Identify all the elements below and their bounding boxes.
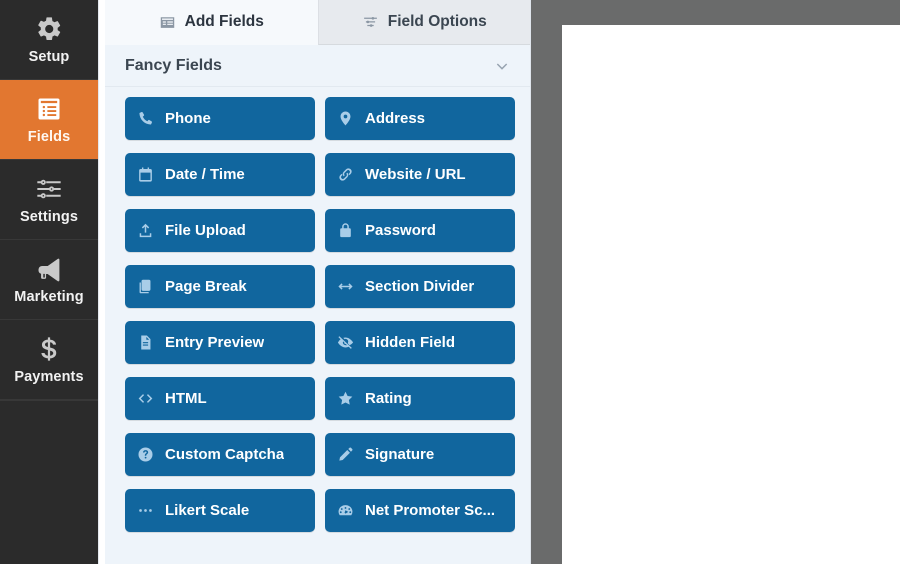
field-button-label: Section Divider	[365, 278, 475, 295]
sidebar-filler	[0, 400, 98, 564]
field-button-html[interactable]: HTML	[125, 377, 315, 420]
sidebar-item-setup[interactable]: Setup	[0, 0, 98, 80]
field-button-label: Address	[365, 110, 426, 127]
field-button-label: Page Break	[165, 278, 247, 295]
form-list-icon	[35, 95, 63, 123]
field-button-label: Entry Preview	[165, 334, 265, 351]
field-button-password[interactable]: Password	[325, 209, 515, 252]
star-icon	[337, 390, 354, 407]
sliders-icon	[35, 175, 63, 203]
main-sidebar: Setup Fields Settings Marketing Payments	[0, 0, 98, 564]
field-button-date-time[interactable]: Date / Time	[125, 153, 315, 196]
gear-icon	[35, 15, 63, 43]
arrows-horizontal-icon	[337, 278, 354, 295]
sidebar-item-payments[interactable]: Payments	[0, 320, 98, 400]
eye-slash-icon	[337, 334, 354, 351]
field-button-label: Password	[365, 222, 436, 239]
sidebar-item-fields[interactable]: Fields	[0, 80, 98, 160]
tab-field-options[interactable]: Field Options	[317, 0, 530, 45]
form-preview-area[interactable]	[530, 0, 900, 564]
sidebar-item-label: Fields	[27, 128, 71, 145]
question-circle-icon	[137, 446, 154, 463]
field-button-file-upload[interactable]: File Upload	[125, 209, 315, 252]
fields-scroll-area[interactable]: Phone Address Date / Time Website / URL	[105, 87, 530, 564]
field-button-signature[interactable]: Signature	[325, 433, 515, 476]
field-button-page-break[interactable]: Page Break	[125, 265, 315, 308]
calendar-icon	[137, 166, 154, 183]
field-button-rating[interactable]: Rating	[325, 377, 515, 420]
map-pin-icon	[337, 110, 354, 127]
sidebar-item-label: Payments	[14, 368, 84, 385]
field-button-net-promoter-score[interactable]: Net Promoter Sc...	[325, 489, 515, 532]
field-button-label: Likert Scale	[165, 502, 250, 519]
pages-icon	[137, 278, 154, 295]
dollar-icon	[35, 335, 63, 363]
field-button-hidden-field[interactable]: Hidden Field	[325, 321, 515, 364]
field-button-label: Hidden Field	[365, 334, 455, 351]
sidebar-panel-gutter	[98, 0, 105, 564]
sidebar-item-label: Marketing	[14, 288, 84, 305]
field-button-label: Rating	[365, 390, 412, 407]
field-button-label: Signature	[365, 446, 435, 463]
preview-top-bar	[530, 0, 900, 25]
field-button-label: Website / URL	[365, 166, 466, 183]
field-button-custom-captcha[interactable]: Custom Captcha	[125, 433, 315, 476]
field-button-likert-scale[interactable]: Likert Scale	[125, 489, 315, 532]
form-builder-app: Setup Fields Settings Marketing Payments	[0, 0, 900, 564]
link-icon	[337, 166, 354, 183]
chevron-down-icon[interactable]	[494, 58, 510, 74]
document-icon	[137, 334, 154, 351]
speedometer-icon	[337, 502, 354, 519]
add-fields-icon	[159, 14, 176, 31]
fancy-fields-section-header[interactable]: Fancy Fields	[105, 45, 530, 87]
preview-left-rail	[530, 0, 562, 564]
field-button-label: Custom Captcha	[165, 446, 285, 463]
field-button-section-divider[interactable]: Section Divider	[325, 265, 515, 308]
sidebar-item-marketing[interactable]: Marketing	[0, 240, 98, 320]
field-button-address[interactable]: Address	[325, 97, 515, 140]
field-button-entry-preview[interactable]: Entry Preview	[125, 321, 315, 364]
fields-panel: Add Fields Field Options Fancy Fields Ph…	[105, 0, 530, 564]
field-options-icon	[362, 14, 379, 31]
field-buttons-grid: Phone Address Date / Time Website / URL	[125, 97, 515, 532]
section-title: Fancy Fields	[125, 56, 222, 74]
field-button-label: HTML	[165, 390, 207, 407]
field-button-phone[interactable]: Phone	[125, 97, 315, 140]
field-button-label: Phone	[165, 110, 211, 127]
sidebar-item-settings[interactable]: Settings	[0, 160, 98, 240]
panel-tabs: Add Fields Field Options	[105, 0, 530, 45]
field-button-label: Date / Time	[165, 166, 245, 183]
phone-icon	[137, 110, 154, 127]
tab-add-fields[interactable]: Add Fields	[105, 0, 318, 45]
megaphone-icon	[35, 255, 63, 283]
sidebar-item-label: Setup	[28, 48, 70, 65]
upload-icon	[137, 222, 154, 239]
field-button-label: Net Promoter Sc...	[365, 502, 496, 519]
tab-label: Add Fields	[184, 13, 264, 30]
pencil-icon	[337, 446, 354, 463]
sidebar-item-label: Settings	[20, 208, 78, 225]
lock-icon	[337, 222, 354, 239]
field-button-website-url[interactable]: Website / URL	[325, 153, 515, 196]
code-icon	[137, 390, 154, 407]
field-button-label: File Upload	[165, 222, 246, 239]
preview-sheet[interactable]	[562, 25, 900, 564]
ellipsis-icon	[137, 502, 154, 519]
tab-label: Field Options	[387, 13, 487, 30]
